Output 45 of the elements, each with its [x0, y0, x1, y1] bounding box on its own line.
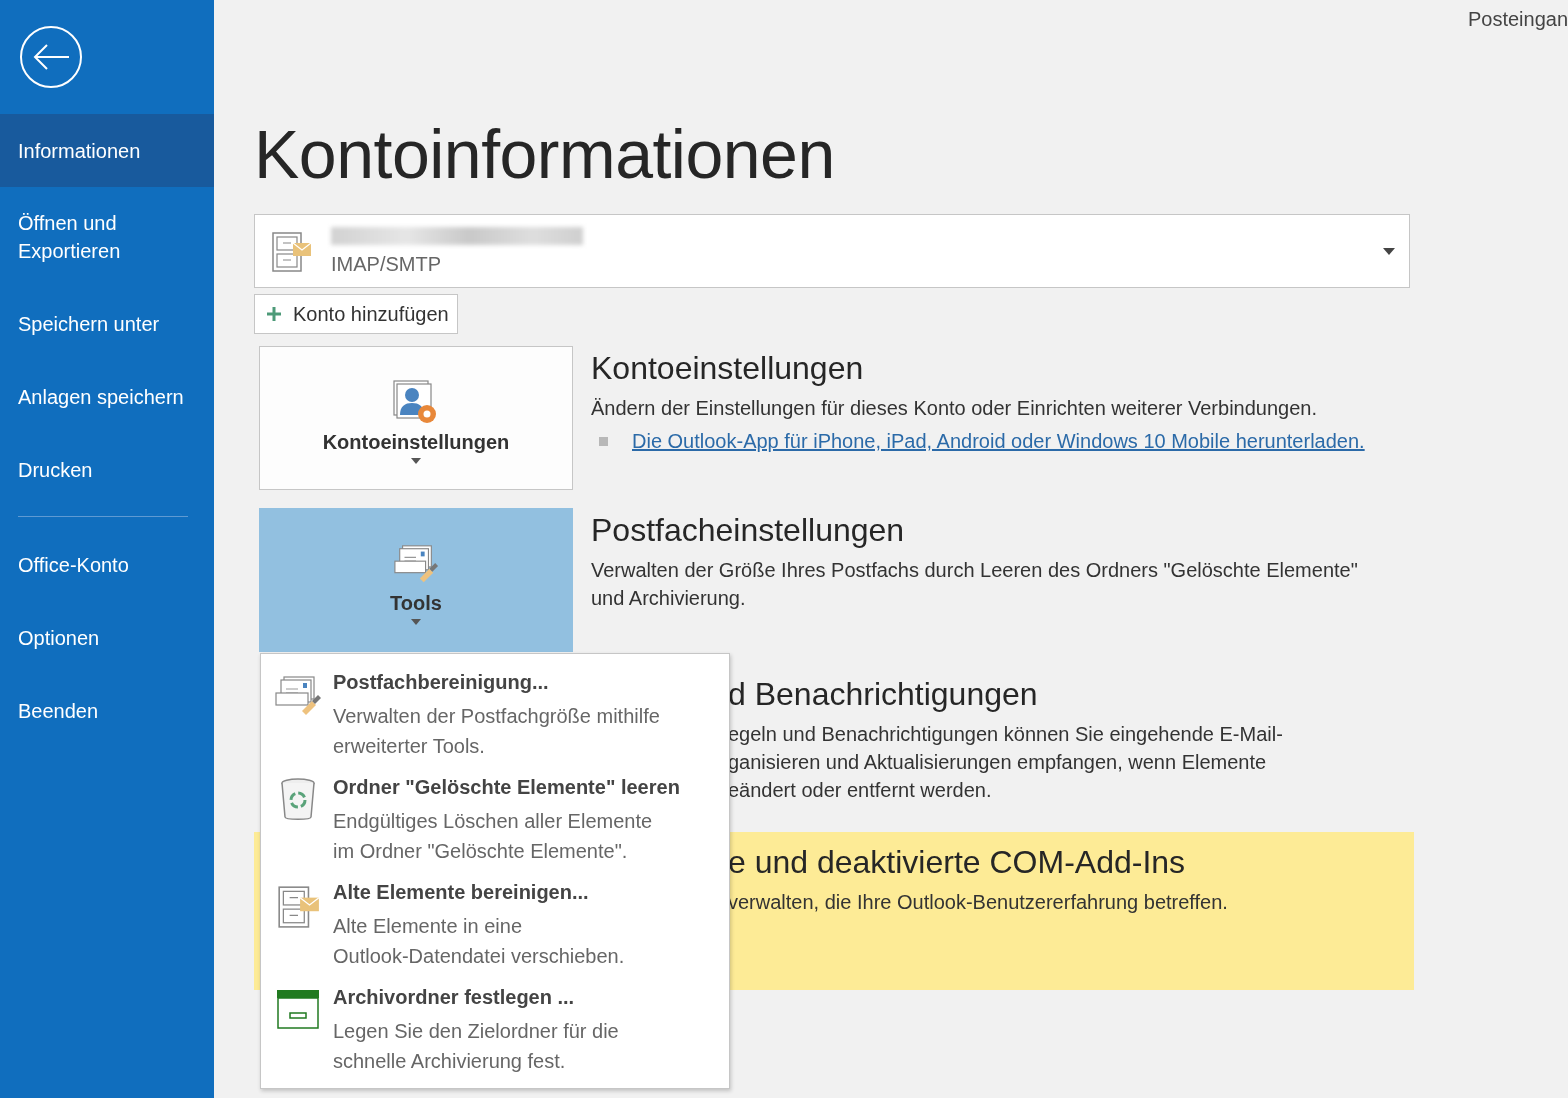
caret-icon — [411, 619, 421, 625]
section-heading: Kontoeinstellungen — [591, 349, 865, 388]
menu-item[interactable]: Archivordner festlegen ... Legen Sie den Zielordner für die schnelle Archivierung fest. — [261, 977, 729, 1082]
page-title: Kontoinformationen — [254, 116, 836, 192]
sidebar-item[interactable]: Office-Konto — [0, 528, 214, 601]
menu-item-description: Endgültiges Löschen aller Elemente im Ordner "Gelöschte Elemente". — [333, 809, 654, 864]
download-link[interactable]: Die Outlook-App für iPhone, iPad, Android oder Windows 10 Mobile herunterladen. — [632, 430, 1365, 453]
folder-name: Posteingan — [1467, 8, 1568, 31]
account-type: IMAP/SMTP — [331, 252, 442, 276]
menu-item-title: Alte Elemente bereinigen... — [333, 880, 590, 905]
menu-item-description: Alte Elemente in eine Outlook-Datendatei verschieben. — [333, 914, 625, 969]
section-heading: e und deaktivierte COM-Add-Ins — [728, 843, 1187, 882]
account-dropdown[interactable]: IMAP/SMTP — [254, 214, 1410, 288]
menu-item-title: Archivordner festlegen ... — [333, 985, 576, 1010]
menu-item-description: Legen Sie den Zielordner für die schnelle Archivierung fest. — [333, 1019, 619, 1074]
sidebar-item[interactable]: Informationen — [0, 114, 214, 187]
menu-item-title: Postfachbereinigung... — [333, 670, 550, 695]
section-description: egeln und Benachrichtigungen können Sie eingehende E-Mail- ganisieren und Aktualisierungen empfangen, wenn Elemente eändert oder entfernt werden. — [728, 722, 1283, 803]
section-description: Ändern der Einstellungen für dieses Konto oder Einrichten weiterer Verbindungen. — [591, 396, 1318, 421]
menu-item[interactable]: Postfachbereinigung... Verwalten der Postfachgröße mithilfe erweiterter Tools. — [261, 662, 729, 767]
sidebar-item[interactable]: Beenden — [0, 674, 214, 747]
tile-button[interactable]: Tools — [259, 508, 573, 652]
cabinet-envelope-icon — [269, 229, 313, 273]
tile-button[interactable]: Kontoeinstellungen — [259, 346, 573, 490]
sidebar-item[interactable]: Öffnen und Exportieren — [0, 187, 214, 287]
caret-icon — [411, 458, 421, 464]
sidebar-item[interactable]: Optionen — [0, 601, 214, 674]
section-description: verwalten, die Ihre Outlook-Benutzererfahrung betreffen. — [728, 890, 1228, 915]
section-heading: Postfacheinstellungen — [591, 511, 906, 550]
sidebar-item[interactable]: Anlagen speichern — [0, 360, 214, 433]
menu-item-description: Verwalten der Postfachgröße mithilfe erweiterter Tools. — [333, 704, 660, 759]
recycle-bin-icon — [280, 778, 316, 822]
menu-item[interactable]: Ordner "Gelöschte Elemente" leeren Endgültiges Löschen aller Elemente im Ordner "Gelöschte Elemente". — [261, 767, 729, 872]
bullet-icon — [599, 437, 608, 446]
sidebar-item[interactable]: Drucken — [0, 433, 214, 506]
section-heading: d Benachrichtigungen — [728, 675, 1039, 714]
sidebar-item[interactable]: Speichern unter — [0, 287, 214, 360]
section-description: Verwalten der Größe Ihres Postfachs durch Leeren des Ordners "Gelöschte Elemente" und Archivierung. — [591, 558, 1358, 611]
plus-icon — [267, 307, 281, 321]
menu-item[interactable]: Alte Elemente bereinigen... Alte Elemente in eine Outlook-Datendatei verschieben. — [261, 872, 729, 977]
add-account-button[interactable]: Konto hinzufügen — [254, 294, 458, 334]
dropdown-caret-icon — [1383, 247, 1395, 255]
menu-item-title: Ordner "Gelöschte Elemente" leeren — [333, 775, 680, 800]
cabinet-envelope-icon — [275, 883, 321, 929]
archive-box-icon — [275, 988, 321, 1030]
